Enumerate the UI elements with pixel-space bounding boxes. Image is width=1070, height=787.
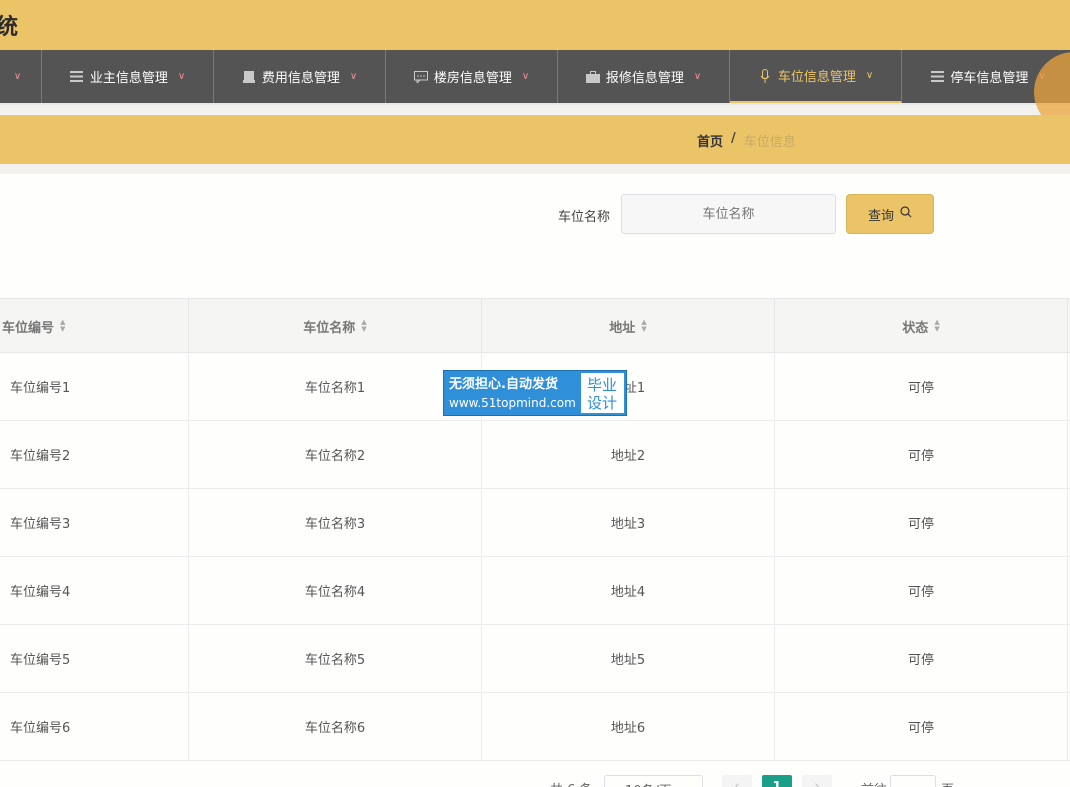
breadcrumb-current: 车位信息: [743, 135, 796, 150]
column-header[interactable]: 车位编号 ▲ ▼: [0, 299, 189, 353]
nav-item-label: 停车信息管理: [950, 71, 1029, 86]
chevron-down-icon: ∨: [13, 71, 22, 82]
watermark-line1: 无须担心.自动发货: [449, 377, 558, 392]
chevron-down-icon: ∨: [693, 71, 702, 82]
table-cell: 车位编号3: [0, 489, 189, 556]
page-number-button[interactable]: 1: [762, 775, 792, 787]
app-title: 统: [0, 15, 19, 40]
data-table: 车位编号 ▲ ▼ 车位名称 ▲ ▼ 地址 ▲ ▼ 状态 ▲ ▼ 车位编号1 车位名称1 地址1 …: [0, 298, 1070, 761]
table-row[interactable]: 车位编号5 车位名称5 地址5 可停: [0, 625, 1070, 693]
table-cell: 可停: [775, 353, 1068, 420]
table-cell: 车位编号6: [0, 693, 189, 760]
breadcrumb: 首页 / 车位信息: [697, 131, 796, 150]
list-icon: [930, 70, 944, 84]
table-cell: 车位编号2: [0, 421, 189, 488]
nav-item-label: 楼房信息管理: [433, 71, 512, 86]
chevron-down-icon: ∨: [349, 71, 358, 82]
table-cell: 车位名称5: [189, 625, 482, 692]
sort-icon[interactable]: ▲ ▼: [934, 319, 939, 333]
content-area: 车位名称 查询 车位编号▲▼ 车位名称▲▼ 地址▲▼ 状态▲▼ 车位编号1 车位…: [0, 174, 1070, 787]
table-cell: 可停: [775, 625, 1068, 692]
table-cell: 地址2: [482, 421, 775, 488]
watermark: 无须担心.自动发货 www.51topmind.com 毕业 设计: [443, 370, 627, 416]
search-button[interactable]: 查询: [846, 194, 934, 234]
prev-page-button[interactable]: ‹: [722, 775, 752, 787]
chevron-down-icon: ∨: [177, 71, 186, 82]
column-header[interactable]: 状态 ▲ ▼: [775, 299, 1068, 353]
page-size-select[interactable]: 10条/页: [604, 775, 703, 787]
column-header[interactable]: 地址 ▲ ▼: [482, 299, 775, 353]
table-row[interactable]: 车位编号3 车位名称3 地址3 可停: [0, 489, 1070, 557]
nav-item-label: 费用信息管理: [261, 71, 340, 86]
table-row[interactable]: 车位编号4 车位名称4 地址4 可停: [0, 557, 1070, 625]
goto-label: 前往: [861, 779, 887, 787]
search-label: 车位名称: [558, 210, 611, 225]
column-header[interactable]: 车位名称 ▲ ▼: [189, 299, 482, 353]
table-cell: 可停: [775, 421, 1068, 488]
table-cell: 地址5: [482, 625, 775, 692]
search-button-label: 查询: [867, 208, 894, 224]
chat-icon: [413, 70, 428, 84]
sort-icon[interactable]: ▲ ▼: [60, 319, 65, 333]
pagination: 共 6 条 10条/页 ‹ 1 › 前往 页: [0, 771, 1070, 787]
chevron-down-icon: ∨: [521, 71, 530, 82]
table-cell: 可停: [775, 489, 1068, 556]
table-cell: 车位编号5: [0, 625, 189, 692]
search-icon: [900, 206, 912, 222]
nav-item-building[interactable]: 楼房信息管理 ∨: [386, 50, 558, 103]
table-row[interactable]: 车位编号2 车位名称2 地址2 可停: [0, 421, 1070, 489]
table-cell: 地址4: [482, 557, 775, 624]
table-cell: 车位编号1: [0, 353, 189, 420]
table-cell: 车位名称4: [189, 557, 482, 624]
nav-item-parking-space[interactable]: 车位信息管理 ∨: [730, 50, 902, 103]
watermark-line2: www.51topmind.com: [449, 396, 576, 410]
breadcrumb-separator: /: [731, 131, 736, 146]
table-cell: 地址3: [482, 489, 775, 556]
search-input[interactable]: [621, 194, 836, 234]
top-header: 统: [0, 0, 1070, 50]
nav-item-0[interactable]: ∨: [0, 50, 42, 103]
goto-page-input[interactable]: [890, 775, 936, 787]
table-cell: 可停: [775, 693, 1068, 760]
sort-icon[interactable]: ▲ ▼: [641, 319, 646, 333]
next-page-button[interactable]: ›: [802, 775, 832, 787]
nav-item-label: 车位信息管理: [777, 70, 856, 85]
table-cell: 车位名称1: [189, 353, 482, 420]
folder-icon: [242, 70, 256, 84]
chevron-down-icon: ∨: [865, 70, 874, 81]
table-cell: 车位名称6: [189, 693, 482, 760]
briefcase-icon: [585, 70, 600, 84]
table-cell: 地址6: [482, 693, 775, 760]
breadcrumb-home[interactable]: 首页: [697, 131, 723, 150]
table-cell: 车位名称3: [189, 489, 482, 556]
table-cell: 车位编号4: [0, 557, 189, 624]
mic-icon: [758, 68, 772, 83]
pagination-total: 共 6 条: [550, 779, 593, 787]
table-cell: 车位名称2: [189, 421, 482, 488]
sort-icon[interactable]: ▲ ▼: [361, 319, 366, 333]
watermark-badge2: 设计: [587, 394, 618, 412]
nav-item-repair[interactable]: 报修信息管理 ∨: [558, 50, 730, 103]
table-cell: 可停: [775, 557, 1068, 624]
nav-item-fee[interactable]: 费用信息管理 ∨: [214, 50, 386, 103]
nav-item-label: 报修信息管理: [605, 71, 684, 86]
table-row[interactable]: 车位编号6 车位名称6 地址6 可停: [0, 693, 1070, 761]
nav-item-label: 业主信息管理: [89, 71, 168, 86]
watermark-badge1: 毕业: [587, 376, 618, 394]
breadcrumb-bar: 首页 / 车位信息: [0, 115, 1070, 164]
goto-unit: 页: [941, 779, 954, 787]
table-header: 车位编号 ▲ ▼ 车位名称 ▲ ▼ 地址 ▲ ▼ 状态 ▲ ▼: [0, 298, 1070, 353]
list-icon: [70, 70, 84, 84]
nav-item-owner[interactable]: 业主信息管理 ∨: [42, 50, 214, 103]
main-nav: ∨ 业主信息管理 ∨ 费用信息管理 ∨ 楼房信息管理 ∨ 报修信息管理 ∨ 车位…: [0, 50, 1070, 105]
